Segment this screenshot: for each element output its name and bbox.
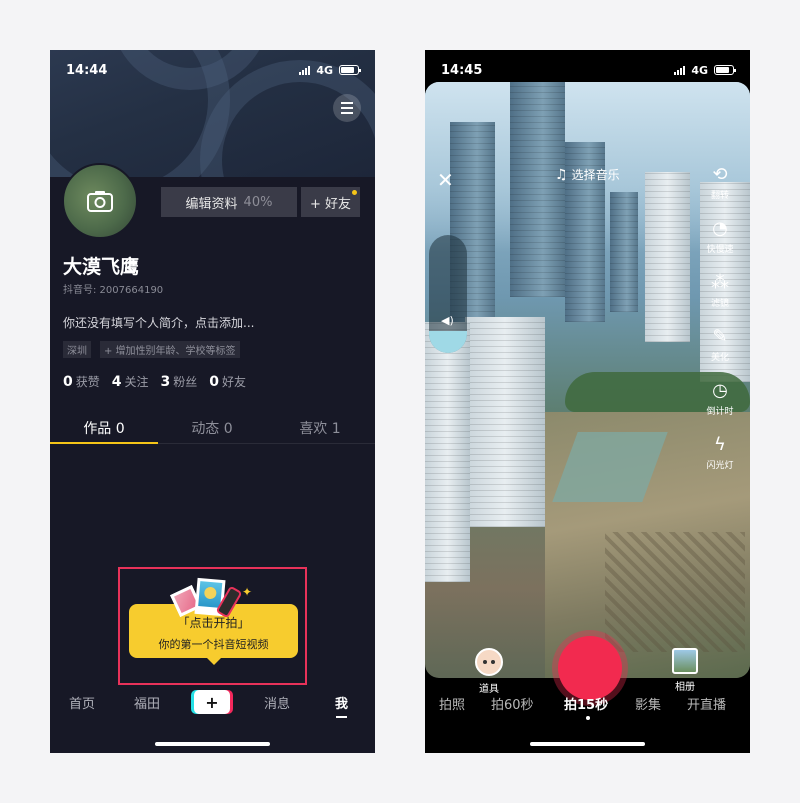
tab-activity[interactable]: 动态 0 [158, 418, 266, 438]
profile-stats: 0 获赞 4 关注 3 粉丝 0 好友 [63, 373, 246, 390]
countdown-icon: ◷ [712, 379, 728, 401]
tab-likes[interactable]: 喜欢 1 [266, 418, 374, 438]
album-button[interactable]: 相册 [672, 648, 698, 693]
profile-tabs: 作品 0 动态 0 喜欢 1 [50, 410, 375, 444]
viewfinder-building [510, 82, 565, 297]
signal-icon [674, 65, 686, 75]
mode-60s[interactable]: 拍60秒 [491, 694, 534, 713]
viewfinder-building [610, 192, 638, 312]
volume-level [429, 331, 467, 353]
mode-photo[interactable]: 拍照 [439, 694, 465, 713]
nav-me[interactable]: 我 [335, 693, 348, 718]
tool-label: 快慢速 [706, 245, 734, 255]
home-indicator [155, 742, 270, 746]
tooltip-subtitle: 你的第一个抖音短视频 [158, 638, 269, 651]
douyin-id: 抖音号: 2007664190 [63, 285, 164, 296]
camera-screen: 14:45 4G ◀) ✕ ♫ 选择音乐 ⟲ 翻转 ◔ 快慢速 ⁂ 滤镜 ✎ 美… [425, 50, 750, 753]
tool-label: 倒计时 [706, 407, 734, 417]
profile-completion: 40% [243, 194, 273, 210]
active-tab-indicator [50, 442, 158, 444]
mode-15s[interactable]: 拍15秒 [564, 694, 608, 713]
viewfinder-building [425, 322, 470, 582]
menu-icon[interactable] [333, 94, 361, 122]
stat-followers[interactable]: 3 粉丝 [161, 373, 198, 390]
location-tag[interactable]: 深圳 [63, 341, 91, 358]
speaker-icon: ◀) [441, 314, 454, 327]
avatar[interactable] [62, 163, 138, 239]
battery-icon [714, 65, 736, 75]
add-tags-button[interactable]: + 增加性别年龄、学校等标签 [100, 341, 240, 358]
tool-label: 翻转 [710, 191, 729, 201]
username: 大漠飞鹰 [63, 256, 140, 278]
bio-prompt[interactable]: 你还没有填写个人简介，点击添加... [63, 314, 254, 331]
capture-mode-bar: 拍照 拍60秒 拍15秒 影集 开直播 [425, 690, 750, 720]
filter-button[interactable]: ⁂ 滤镜 [708, 270, 732, 324]
battery-icon [339, 65, 361, 75]
speed-button[interactable]: ◔ 快慢速 [706, 216, 733, 270]
add-friend-label: + 好友 [309, 196, 352, 212]
volume-indicator: ◀) [429, 235, 467, 353]
props-face-icon [475, 648, 503, 676]
home-indicator [530, 742, 645, 746]
tool-label: 美化 [710, 353, 729, 363]
status-bar: 14:44 4G [50, 50, 375, 90]
status-bar: 14:45 4G [425, 50, 750, 90]
filter-icon: ⁂ [711, 271, 729, 293]
tooltip-sticker-illustration: ✦ [170, 577, 254, 621]
speed-icon: ◔ [712, 217, 728, 239]
flip-camera-icon: ⟲ [712, 163, 728, 185]
select-music-label: 选择音乐 [571, 168, 620, 182]
tool-label: 闪光灯 [706, 461, 734, 471]
stat-likes[interactable]: 0 获赞 [63, 373, 100, 390]
mode-album[interactable]: 影集 [635, 694, 661, 713]
stat-friends[interactable]: 0 好友 [209, 373, 246, 390]
close-icon[interactable]: ✕ [437, 168, 454, 192]
status-time: 14:44 [66, 62, 108, 78]
nav-local[interactable]: 福田 [134, 693, 160, 712]
profile-screen: 14:44 4G 编辑资料 40% + 好友 大漠飞鹰 抖音号: 2007664… [50, 50, 375, 753]
select-music-button[interactable]: ♫ 选择音乐 [555, 166, 620, 183]
status-time: 14:45 [441, 62, 483, 78]
viewfinder-building [645, 172, 690, 342]
signal-icon [299, 65, 311, 75]
edit-profile-button[interactable]: 编辑资料 40% [161, 187, 297, 217]
flash-icon: ϟ [714, 433, 726, 455]
create-video-button[interactable]: + [194, 690, 230, 714]
mode-live[interactable]: 开直播 [687, 694, 726, 713]
active-mode-indicator [586, 716, 590, 720]
network-label: 4G [691, 63, 708, 77]
camera-icon [87, 191, 113, 212]
tab-works[interactable]: 作品 0 [50, 418, 158, 438]
sparkle-icon: ✦ [242, 585, 253, 599]
add-friend-button[interactable]: + 好友 [301, 187, 360, 217]
camera-tools: ⟲ 翻转 ◔ 快慢速 ⁂ 滤镜 ✎ 美化 ◷ 倒计时 ϟ 闪光灯 [698, 162, 742, 486]
nav-home[interactable]: 首页 [69, 693, 95, 712]
flip-camera-button[interactable]: ⟲ 翻转 [708, 162, 732, 216]
album-thumbnail-icon [672, 648, 698, 674]
tool-label: 滤镜 [710, 299, 729, 309]
nav-messages[interactable]: 消息 [264, 693, 290, 712]
music-note-icon: ♫ [555, 166, 568, 183]
viewfinder-building [465, 317, 545, 527]
notification-dot [352, 190, 357, 195]
beauty-button[interactable]: ✎ 美化 [708, 324, 732, 378]
countdown-button[interactable]: ◷ 倒计时 [706, 378, 733, 432]
props-button[interactable]: 道具 [475, 648, 503, 695]
network-label: 4G [316, 63, 333, 77]
stat-following[interactable]: 4 关注 [112, 373, 149, 390]
flash-button[interactable]: ϟ 闪光灯 [706, 432, 733, 486]
beauty-icon: ✎ [712, 325, 728, 347]
edit-profile-label: 编辑资料 [185, 196, 238, 212]
